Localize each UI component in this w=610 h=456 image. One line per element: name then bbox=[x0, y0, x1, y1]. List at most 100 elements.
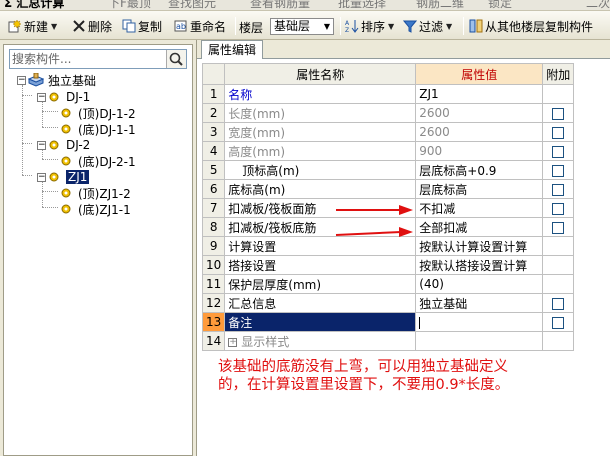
row-number: 7 bbox=[201, 198, 226, 218]
property-value[interactable]: 2600 bbox=[415, 103, 544, 123]
table-row[interactable]: 2 长度(mm) 2600 bbox=[201, 103, 575, 123]
menu-item-rebar-2d[interactable]: 钢筋二维 bbox=[416, 0, 464, 10]
tree-item-label: (底)DJ-2-1 bbox=[78, 154, 136, 169]
extra-checkbox[interactable] bbox=[552, 107, 565, 120]
sort-icon: AZ bbox=[345, 19, 359, 34]
tree-item-label: (底)DJ-1-1 bbox=[78, 122, 136, 137]
extra-cell bbox=[542, 122, 575, 142]
property-value[interactable]: 全部扣减 bbox=[415, 217, 544, 237]
extra-checkbox[interactable] bbox=[552, 316, 565, 329]
table-row[interactable]: 1 名称 ZJ1 bbox=[201, 84, 575, 104]
annotation-line-1: 该基础的底筋没有上弯，可以用独立基础定义 bbox=[218, 359, 508, 375]
menu-item-batch[interactable]: 批量选择 bbox=[338, 0, 386, 10]
menu-item-secondary[interactable]: 二次 bbox=[586, 0, 610, 10]
gear-icon bbox=[61, 204, 71, 214]
sort-label: 排序 bbox=[361, 19, 386, 34]
svg-text:ab: ab bbox=[176, 22, 186, 31]
extra-checkbox[interactable] bbox=[552, 145, 565, 158]
copy-button[interactable]: 复制 bbox=[122, 16, 162, 36]
table-row-selected[interactable]: 13 备注 bbox=[201, 312, 575, 332]
extra-checkbox[interactable] bbox=[552, 183, 565, 196]
extra-checkbox[interactable] bbox=[552, 297, 565, 310]
delete-button[interactable]: 删除 bbox=[72, 16, 112, 36]
collapse-toggle[interactable]: − bbox=[37, 172, 46, 182]
property-value[interactable]: 2600 bbox=[415, 122, 544, 142]
property-value[interactable]: 按默认搭接设置计算 bbox=[415, 255, 544, 275]
row-number: 6 bbox=[201, 179, 226, 199]
header-name: 属性名称 bbox=[224, 63, 417, 85]
tree-group-zj1[interactable]: − ZJ1 bbox=[37, 169, 90, 185]
menu-item-find[interactable]: 查找图元 bbox=[168, 0, 216, 10]
copy-from-floor-button[interactable]: 从其他楼层复制构件 bbox=[469, 16, 593, 36]
tree-item-dj1-2[interactable]: (顶)DJ-1-2 bbox=[60, 105, 136, 121]
filter-button[interactable]: 过滤 ▼ bbox=[402, 16, 452, 36]
foundation-icon bbox=[28, 73, 44, 87]
collapse-toggle[interactable]: − bbox=[17, 75, 26, 85]
search-box bbox=[9, 49, 187, 69]
table-row[interactable]: 11 保护层厚度(mm) (40) bbox=[201, 274, 575, 294]
header-corner bbox=[201, 63, 226, 85]
gear-icon bbox=[61, 124, 71, 134]
table-row[interactable]: 3 宽度(mm) 2600 bbox=[201, 122, 575, 142]
property-value[interactable]: ZJ1 bbox=[415, 84, 544, 104]
property-value[interactable]: (40) bbox=[415, 274, 544, 294]
new-button[interactable]: 新建 ▼ bbox=[8, 16, 57, 36]
property-name: 顶标高(m) bbox=[224, 160, 417, 180]
menu-item-view-rebar[interactable]: 查看钢筋量 bbox=[250, 0, 310, 10]
menu-item-top[interactable]: 下F最顶 bbox=[108, 0, 151, 10]
tree-group-dj1[interactable]: − DJ-1 bbox=[37, 89, 90, 105]
search-input[interactable] bbox=[12, 51, 162, 67]
table-row[interactable]: 6 底标高(m) 层底标高 bbox=[201, 179, 575, 199]
property-value[interactable]: 层底标高+0.9 bbox=[415, 160, 544, 180]
property-name-cell[interactable]: + 显示样式 bbox=[224, 331, 417, 351]
expand-toggle[interactable]: + bbox=[228, 337, 238, 347]
search-button[interactable] bbox=[166, 50, 186, 68]
tree-group-dj2[interactable]: − DJ-2 bbox=[37, 137, 90, 153]
table-row[interactable]: 4 高度(mm) 900 bbox=[201, 141, 575, 161]
tree-item-dj1-1[interactable]: (底)DJ-1-1 bbox=[60, 121, 136, 137]
extra-checkbox[interactable] bbox=[552, 164, 565, 177]
tree-group-label: DJ-2 bbox=[66, 138, 91, 152]
property-value[interactable]: 不扣减 bbox=[415, 198, 544, 218]
extra-cell bbox=[542, 160, 575, 180]
tab-property-edit[interactable]: 属性编辑 bbox=[201, 40, 264, 59]
sort-button[interactable]: AZ 排序 ▼ bbox=[345, 16, 394, 36]
collapse-toggle[interactable]: − bbox=[37, 140, 46, 150]
property-value[interactable] bbox=[415, 331, 544, 351]
property-value[interactable]: 层底标高 bbox=[415, 179, 544, 199]
new-icon bbox=[8, 19, 22, 33]
extra-checkbox[interactable] bbox=[552, 126, 565, 139]
summary-calc-menu[interactable]: Σ 汇总计算 bbox=[4, 0, 64, 10]
floor-select[interactable]: 基础层 ▼ bbox=[270, 18, 334, 35]
property-name: 显示样式 bbox=[241, 334, 290, 349]
row-number: 2 bbox=[201, 103, 226, 123]
menu-item-lock[interactable]: 锁定 bbox=[488, 0, 512, 10]
table-row[interactable]: 12 汇总信息 独立基础 bbox=[201, 293, 575, 313]
property-name: 名称 bbox=[224, 84, 417, 104]
table-row[interactable]: 14 + 显示样式 bbox=[201, 331, 575, 351]
table-row[interactable]: 10 搭接设置 按默认搭接设置计算 bbox=[201, 255, 575, 275]
extra-checkbox[interactable] bbox=[552, 221, 565, 234]
property-value-editor[interactable] bbox=[415, 312, 544, 332]
tree-root[interactable]: − 独立基础 bbox=[17, 72, 96, 88]
property-name: 汇总信息 bbox=[224, 293, 417, 313]
property-value[interactable]: 900 bbox=[415, 141, 544, 161]
rename-button[interactable]: ab 重命名 bbox=[174, 16, 226, 36]
extra-checkbox[interactable] bbox=[552, 202, 565, 215]
table-row[interactable]: 5 顶标高(m) 层底标高+0.9 bbox=[201, 160, 575, 180]
extra-cell bbox=[542, 217, 575, 237]
property-value[interactable]: 按默认计算设置计算 bbox=[415, 236, 544, 256]
tree-item-dj2-1[interactable]: (底)DJ-2-1 bbox=[60, 153, 136, 169]
annotation-arrow-icon bbox=[336, 205, 413, 215]
chevron-down-icon: ▼ bbox=[321, 19, 333, 34]
new-label: 新建 bbox=[24, 19, 49, 34]
property-value[interactable]: 独立基础 bbox=[415, 293, 544, 313]
property-name: 高度(mm) bbox=[224, 141, 417, 161]
collapse-toggle[interactable]: − bbox=[37, 92, 46, 102]
row-number: 14 bbox=[201, 331, 226, 351]
tree-group-label-selected: ZJ1 bbox=[66, 170, 90, 184]
component-tree-pane: − 独立基础 − DJ-1 (顶)DJ-1-2 (底)DJ-1-1 − DJ-2… bbox=[3, 44, 193, 456]
tree-item-zj1-2[interactable]: (顶)ZJ1-2 bbox=[60, 185, 131, 201]
tree-item-label: (顶)ZJ1-2 bbox=[78, 186, 131, 201]
tree-item-zj1-1[interactable]: (底)ZJ1-1 bbox=[60, 201, 131, 217]
